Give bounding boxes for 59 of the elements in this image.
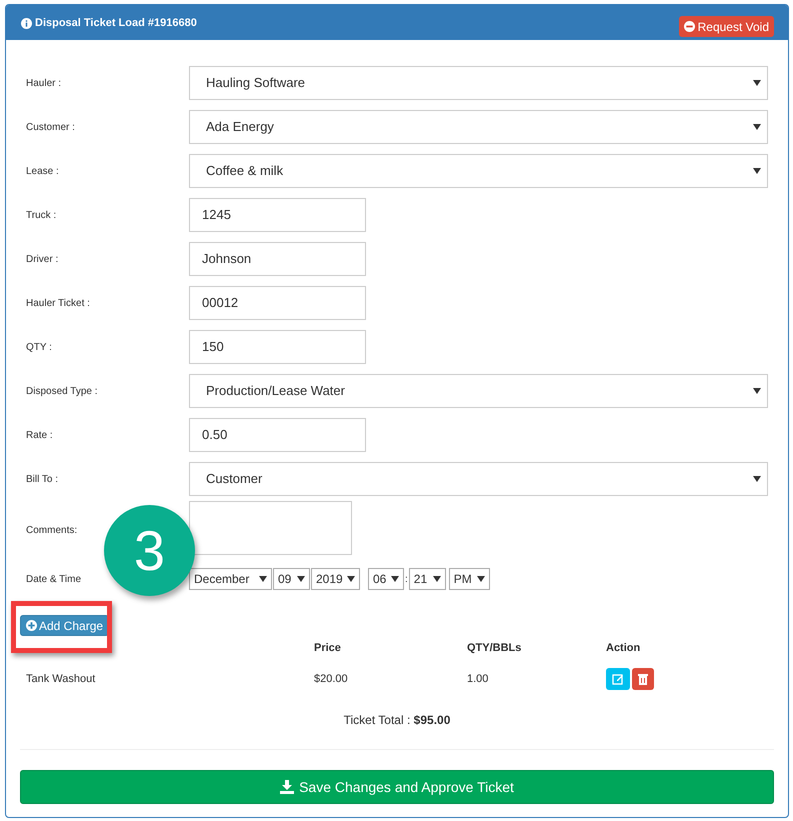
field-label: QTY : bbox=[26, 340, 53, 354]
field-label: Rate : bbox=[26, 428, 54, 442]
field-label: Driver : bbox=[26, 252, 60, 266]
caret-icon bbox=[347, 576, 355, 582]
table-cell-text: 1.00 bbox=[467, 672, 490, 687]
download-icon bbox=[280, 780, 294, 794]
select-field[interactable]: Ada Energy bbox=[189, 110, 768, 144]
info-icon bbox=[21, 18, 32, 29]
edit-button[interactable] bbox=[606, 668, 630, 690]
field-label: Date & Time bbox=[26, 572, 82, 586]
comments-box[interactable] bbox=[189, 501, 352, 555]
select-field[interactable]: Customer bbox=[189, 462, 768, 496]
select-field[interactable]: 21 bbox=[408, 568, 446, 590]
table-cell-text: $20.00 bbox=[314, 672, 349, 687]
select-field[interactable]: PM bbox=[448, 568, 490, 590]
field-label: Truck : bbox=[26, 208, 58, 222]
field-label: Disposed Type : bbox=[26, 384, 99, 398]
select-field[interactable]: Hauling Software bbox=[189, 66, 768, 100]
input-field[interactable]: 0.50 bbox=[189, 418, 366, 452]
delete-button[interactable] bbox=[632, 668, 654, 690]
input-field[interactable]: 1245 bbox=[189, 198, 366, 232]
request-void-button[interactable]: Request Void bbox=[678, 16, 774, 37]
table-cell-text: Tank Washout bbox=[26, 672, 96, 687]
panel-title: Disposal Ticket Load #1916680 bbox=[35, 16, 197, 31]
trash-icon bbox=[638, 673, 648, 685]
caret-icon bbox=[297, 576, 305, 582]
field-label: Comments: bbox=[26, 524, 78, 538]
select-field[interactable]: 2019 bbox=[311, 568, 360, 590]
field-label: Hauler : bbox=[26, 76, 62, 90]
plus-circle-icon bbox=[26, 620, 37, 631]
column-header: QTY/BBLs bbox=[467, 640, 522, 656]
select-field[interactable]: 09 bbox=[273, 568, 310, 590]
select-field[interactable]: Coffee & milk bbox=[189, 154, 768, 188]
caret-icon bbox=[259, 576, 267, 582]
caret-icon bbox=[753, 124, 761, 130]
caret-icon bbox=[432, 576, 441, 582]
field-label: Bill To : bbox=[26, 472, 60, 486]
select-field[interactable]: December bbox=[189, 568, 272, 590]
caret-icon bbox=[753, 476, 761, 482]
caret-icon bbox=[753, 80, 761, 86]
select-field[interactable]: 06 bbox=[368, 568, 404, 590]
input-field[interactable]: Johnson bbox=[189, 242, 366, 276]
caret-icon bbox=[476, 576, 485, 582]
caret-icon bbox=[753, 388, 761, 394]
column-header: Action bbox=[606, 640, 642, 656]
caret-icon bbox=[753, 168, 761, 174]
caret-icon bbox=[391, 576, 399, 582]
select-field[interactable]: Production/Lease Water bbox=[189, 374, 768, 408]
input-field[interactable]: 150 bbox=[189, 330, 366, 364]
edit-icon bbox=[612, 673, 624, 685]
field-label: Hauler Ticket : bbox=[26, 296, 91, 310]
field-label: Lease : bbox=[26, 164, 60, 178]
ticket-total: Ticket Total : $95.00 bbox=[344, 712, 450, 729]
step-callout-tooltip: 3 bbox=[104, 505, 195, 596]
input-field[interactable]: 00012 bbox=[189, 286, 366, 320]
time-separator: : bbox=[405, 572, 408, 586]
minus-circle-icon bbox=[684, 21, 695, 32]
field-label: Customer : bbox=[26, 120, 76, 134]
column-header: Price bbox=[314, 640, 342, 656]
